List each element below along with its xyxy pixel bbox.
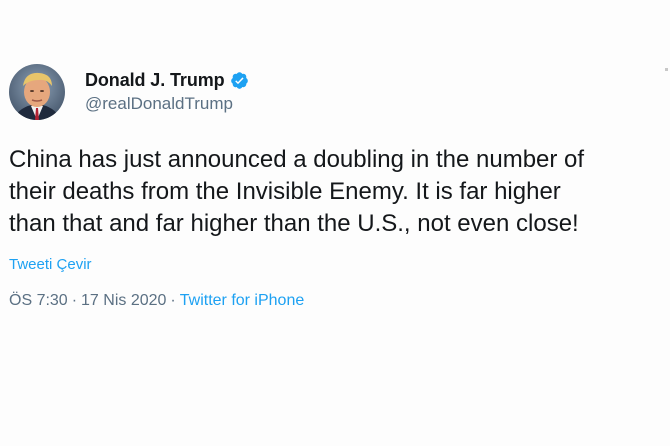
tweet-header: Donald J. Trump @realDonaldTrump <box>9 64 249 120</box>
tweet-card: Donald J. Trump @realDonaldTrump China h… <box>0 0 670 446</box>
tweet-source-link[interactable]: Twitter for iPhone <box>180 292 305 310</box>
avatar[interactable] <box>9 64 65 120</box>
tweet-text-line: China has just announced a doubling in t… <box>9 146 585 173</box>
tweet-text-line: their deaths from the Invisible Enemy. I… <box>9 178 561 205</box>
name-row: Donald J. Trump <box>85 70 249 91</box>
handle[interactable]: @realDonaldTrump <box>85 94 249 114</box>
tweet-meta: ÖS 7:30 · 17 Nis 2020 · Twitter for iPho… <box>9 292 304 310</box>
avatar-image <box>9 64 65 120</box>
author-names: Donald J. Trump @realDonaldTrump <box>85 70 249 114</box>
translate-link[interactable]: Tweeti Çevir <box>9 256 92 273</box>
verified-badge-icon <box>230 72 248 89</box>
meta-separator: · <box>71 292 78 309</box>
tweet-date[interactable]: 17 Nis 2020 <box>81 292 166 310</box>
display-name[interactable]: Donald J. Trump <box>85 70 225 91</box>
edge-artifact <box>665 68 668 71</box>
tweet-text: China has just announced a doubling in t… <box>9 144 669 240</box>
tweet-text-line: than that and far higher than the U.S., … <box>9 210 579 237</box>
meta-separator: · <box>170 292 176 309</box>
tweet-time[interactable]: ÖS 7:30 <box>9 292 68 310</box>
